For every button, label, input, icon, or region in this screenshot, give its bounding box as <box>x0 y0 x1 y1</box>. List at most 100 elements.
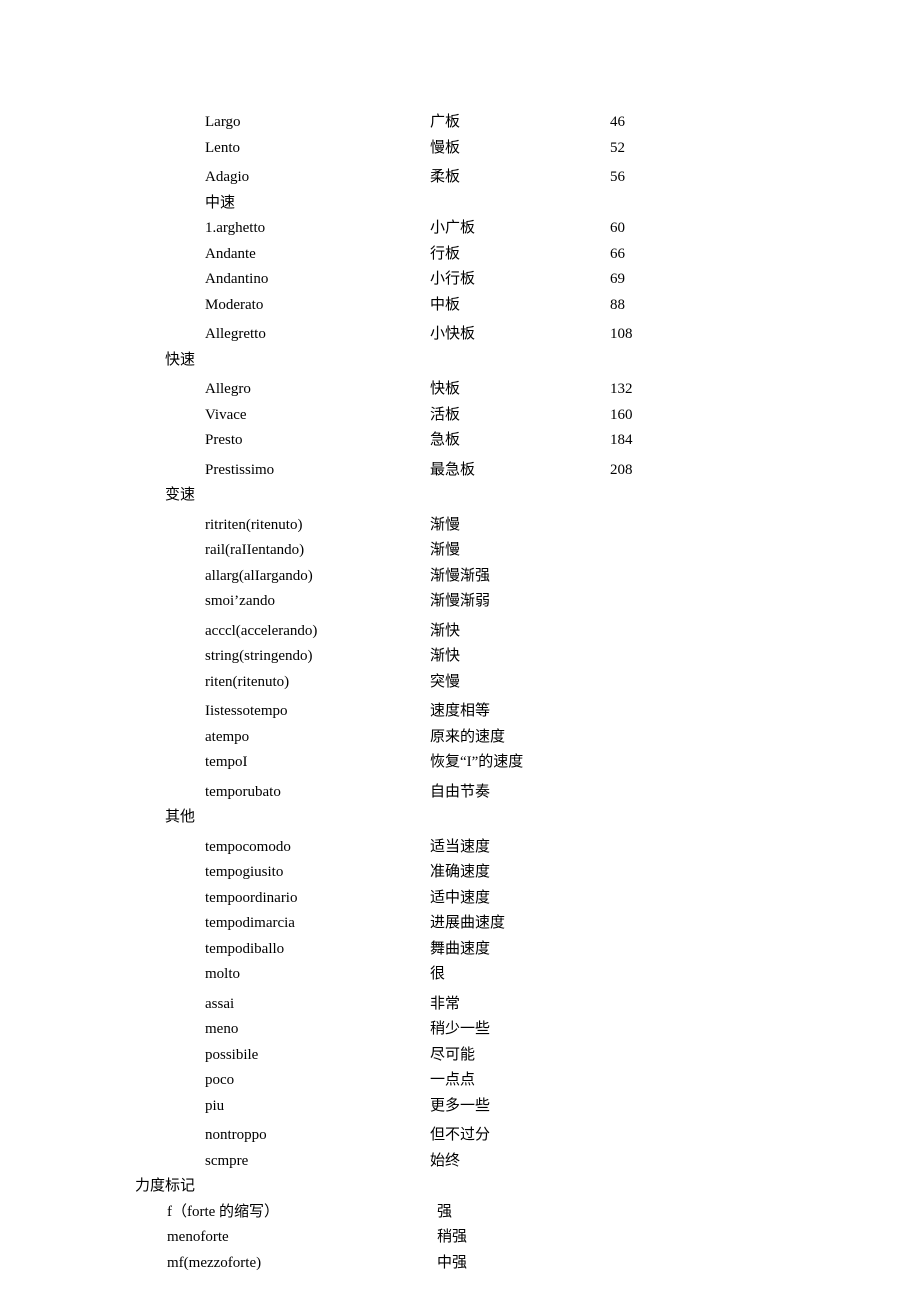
cn: 稍少一些 <box>430 1017 610 1043</box>
cn: 活板 <box>430 403 610 429</box>
table-row: Andantino 小行板 69 <box>0 267 920 293</box>
table-row: allarg(alIargando)渐慢渐强 <box>0 564 920 590</box>
table-row: Iistessotempo速度相等 <box>0 699 920 725</box>
table-row: Allegro 快板 132 <box>0 377 920 403</box>
cn: 最急板 <box>430 458 610 484</box>
section-other: 其他 <box>0 805 920 831</box>
term: assai <box>205 992 430 1018</box>
cn: 小快板 <box>430 322 610 348</box>
table-row: Adagio 柔板 56 <box>0 165 920 191</box>
section-fast: 快速 <box>0 348 920 374</box>
section-label: 变速 <box>165 487 195 503</box>
cn: 更多一些 <box>430 1094 610 1120</box>
term: tempocomodo <box>205 835 430 861</box>
table-row: rail(raIIentando)渐慢 <box>0 538 920 564</box>
term: Largo <box>205 110 430 136</box>
cn: 准确速度 <box>430 860 610 886</box>
cn: 强 <box>437 1200 537 1226</box>
cn: 稍强 <box>437 1225 537 1251</box>
table-row: atempo原来的速度 <box>0 725 920 751</box>
cn: 中强 <box>437 1251 537 1277</box>
bpm: 88 <box>610 293 740 319</box>
table-row: temporubato自由节奏 <box>0 780 920 806</box>
table-row: Vivace 活板 160 <box>0 403 920 429</box>
bpm: 52 <box>610 136 740 162</box>
cn: 渐慢渐弱 <box>430 589 610 615</box>
cn: 慢板 <box>430 136 610 162</box>
table-row: poco一点点 <box>0 1068 920 1094</box>
table-row: Largo 广板 46 <box>0 110 920 136</box>
section-label: 力度标记 <box>135 1178 195 1194</box>
table-row: f（forte 的缩写） 强 <box>0 1200 920 1226</box>
section-dynamics: 力度标记 <box>0 1174 920 1200</box>
cn: 进展曲速度 <box>430 911 610 937</box>
table-row: Moderato 中板 88 <box>0 293 920 319</box>
term: Prestissimo <box>205 458 430 484</box>
term: tempoI <box>205 750 430 776</box>
term: scmpre <box>205 1149 430 1175</box>
table-row: smoi’zando渐慢渐弱 <box>0 589 920 615</box>
table-row: nontroppo但不过分 <box>0 1123 920 1149</box>
term: Vivace <box>205 403 430 429</box>
term: tempodimarcia <box>205 911 430 937</box>
term: atempo <box>205 725 430 751</box>
page: Largo 广板 46 Lento 慢板 52 Adagio 柔板 56 中速 … <box>0 0 920 1276</box>
table-row: menoforte 稍强 <box>0 1225 920 1251</box>
bpm: 46 <box>610 110 740 136</box>
table-row: tempodiballo舞曲速度 <box>0 937 920 963</box>
term: riten(ritenuto) <box>205 670 430 696</box>
term: Allegretto <box>205 322 430 348</box>
term: Allegro <box>205 377 430 403</box>
term: string(stringendo) <box>205 644 430 670</box>
subsection-mid: 中速 <box>0 191 920 217</box>
table-row: mf(mezzoforte) 中强 <box>0 1251 920 1277</box>
cn: 原来的速度 <box>430 725 610 751</box>
table-row: tempogiusito准确速度 <box>0 860 920 886</box>
cn: 小广板 <box>430 216 610 242</box>
table-row: ritriten(ritenuto)渐慢 <box>0 513 920 539</box>
term: allarg(alIargando) <box>205 564 430 590</box>
cn: 很 <box>430 962 610 988</box>
cn: 急板 <box>430 428 610 454</box>
term: smoi’zando <box>205 589 430 615</box>
table-row: string(stringendo)渐快 <box>0 644 920 670</box>
cn: 广板 <box>430 110 610 136</box>
table-row: tempocomodo适当速度 <box>0 835 920 861</box>
cn: 恢复“I”的速度 <box>430 750 610 776</box>
table-row: tempoordinario适中速度 <box>0 886 920 912</box>
term: Moderato <box>205 293 430 319</box>
section-label: 其他 <box>165 809 195 825</box>
table-row: Prestissimo 最急板 208 <box>0 458 920 484</box>
cn: 尽可能 <box>430 1043 610 1069</box>
table-row: 1.arghetto 小广板 60 <box>0 216 920 242</box>
bpm: 60 <box>610 216 740 242</box>
term: 1.arghetto <box>205 216 430 242</box>
term: menoforte <box>167 1225 437 1251</box>
term: Adagio <box>205 165 430 191</box>
term: Lento <box>205 136 430 162</box>
cn: 但不过分 <box>430 1123 610 1149</box>
cn: 渐快 <box>430 619 610 645</box>
cn: 舞曲速度 <box>430 937 610 963</box>
term: poco <box>205 1068 430 1094</box>
bpm: 184 <box>610 428 740 454</box>
term: f（forte 的缩写） <box>167 1200 437 1226</box>
cn: 渐慢渐强 <box>430 564 610 590</box>
section-change: 变速 <box>0 483 920 509</box>
term: tempogiusito <box>205 860 430 886</box>
subsection-label: 中速 <box>205 191 430 217</box>
cn: 小行板 <box>430 267 610 293</box>
cn: 始终 <box>430 1149 610 1175</box>
table-row: scmpre始终 <box>0 1149 920 1175</box>
table-row: tempodimarcia进展曲速度 <box>0 911 920 937</box>
cn: 非常 <box>430 992 610 1018</box>
bpm: 208 <box>610 458 740 484</box>
bpm: 132 <box>610 377 740 403</box>
table-row: tempoI 恢复“I”的速度 <box>0 750 920 776</box>
cn: 柔板 <box>430 165 610 191</box>
cn: 快板 <box>430 377 610 403</box>
section-label: 快速 <box>165 352 195 368</box>
cn: 渐慢 <box>430 513 610 539</box>
cn: 渐慢 <box>430 538 610 564</box>
cn: 渐快 <box>430 644 610 670</box>
